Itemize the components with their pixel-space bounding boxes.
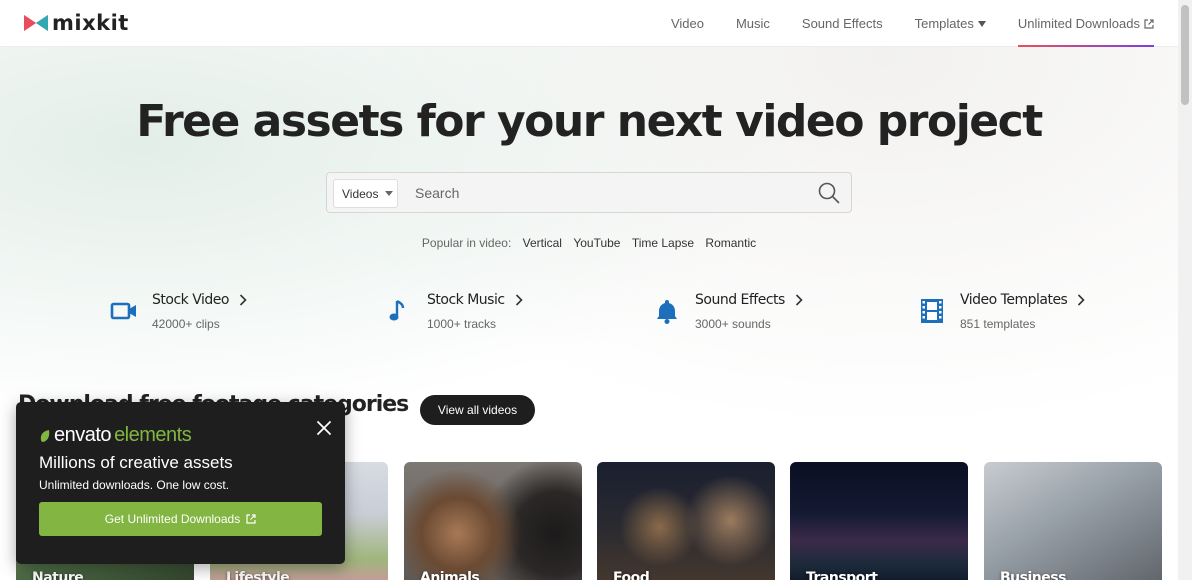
envato-brand-text: envato <box>54 424 112 446</box>
button-label: Get Unlimited Downloads <box>104 512 241 526</box>
main-nav: Video Music Sound Effects Templates Unli… <box>639 0 1178 47</box>
category-card-business[interactable]: Business <box>984 462 1162 580</box>
top-header: mixkit Video Music Sound Effects Templat… <box>0 0 1178 47</box>
category-subtitle: 1000+ tracks <box>427 317 497 331</box>
search-input[interactable] <box>407 181 797 205</box>
category-title: Stock Music <box>427 292 505 308</box>
external-link-icon <box>1144 18 1154 29</box>
category-card-animals[interactable]: Animals <box>404 462 582 580</box>
nav-music-label: Music <box>735 16 770 31</box>
nav-sound-effects-label: Sound Effects <box>801 16 883 31</box>
nav-music[interactable]: Music <box>736 0 770 47</box>
category-stock-video[interactable]: Stock Video 42000+ clips <box>110 292 247 331</box>
popular-tag[interactable]: Vertical <box>523 236 562 250</box>
search-bar: Videos <box>326 172 852 213</box>
card-label: Transport <box>806 570 878 580</box>
category-title: Video Templates <box>960 292 1068 308</box>
card-label: Food <box>613 570 650 580</box>
category-title: Sound Effects <box>695 292 785 308</box>
envato-elements-logo: envato elements <box>39 424 192 447</box>
popular-searches: Popular in video: Vertical YouTube Time … <box>0 236 1178 250</box>
scrollbar-thumb[interactable] <box>1181 5 1189 105</box>
view-all-videos-button[interactable]: View all videos <box>420 395 535 425</box>
category-title: Stock Video <box>152 292 229 308</box>
chevron-right-icon <box>1078 294 1085 306</box>
popular-tag[interactable]: Romantic <box>705 236 756 250</box>
nav-video[interactable]: Video <box>671 0 704 47</box>
envato-leaf-icon <box>40 429 50 442</box>
caret-down-icon <box>977 20 986 27</box>
popular-label: Popular in video: <box>421 236 512 250</box>
elements-brand-text: elements <box>114 424 192 446</box>
film-strip-icon <box>921 299 943 323</box>
search-category-select[interactable]: Videos <box>333 179 398 208</box>
close-icon[interactable] <box>315 419 333 437</box>
category-subtitle: 3000+ sounds <box>695 317 771 331</box>
category-subtitle: 851 templates <box>960 317 1036 331</box>
search-icon[interactable] <box>818 182 840 204</box>
video-camera-icon <box>110 302 136 320</box>
category-video-templates[interactable]: Video Templates 851 templates <box>918 292 1085 331</box>
music-note-icon <box>389 299 405 321</box>
card-label: Animals <box>420 570 480 580</box>
external-link-icon <box>246 514 256 524</box>
chevron-right-icon <box>795 294 803 306</box>
envato-elements-popup: envato elements Millions of creative asse… <box>16 402 345 564</box>
bell-icon <box>657 300 677 324</box>
popup-subtext: Unlimited downloads. One low cost. <box>39 478 230 492</box>
search-category-value: Videos <box>342 186 379 201</box>
category-card-food[interactable]: Food <box>597 462 775 580</box>
popular-tag[interactable]: Time Lapse <box>632 236 694 250</box>
card-label: Lifestyle <box>226 570 290 580</box>
chevron-down-icon <box>385 191 394 196</box>
nav-sound-effects[interactable]: Sound Effects <box>802 0 883 47</box>
nav-unlimited-downloads-label: Unlimited Downloads <box>1017 16 1140 31</box>
category-sound-effects[interactable]: Sound Effects 3000+ sounds <box>653 292 803 331</box>
chevron-right-icon <box>515 294 523 306</box>
page-scrollbar[interactable] <box>1178 0 1192 580</box>
popup-headline: Millions of creative assets <box>39 453 233 472</box>
category-stock-music[interactable]: Stock Music 1000+ tracks <box>385 292 523 331</box>
nav-unlimited-downloads[interactable]: Unlimited Downloads <box>1017 0 1154 47</box>
category-card-transport[interactable]: Transport <box>790 462 968 580</box>
nav-video-label: Video <box>670 16 704 31</box>
mixkit-logo[interactable]: mixkit <box>24 12 129 34</box>
nav-templates[interactable]: Templates <box>915 0 986 47</box>
card-label: Business <box>1000 570 1066 580</box>
nav-templates-label: Templates <box>914 16 974 31</box>
get-unlimited-downloads-button[interactable]: Get Unlimited Downloads <box>39 502 322 536</box>
card-label: Nature <box>32 570 84 580</box>
page-title: Free assets for your next video project <box>136 96 1043 147</box>
mixkit-logo-mark-icon <box>24 15 48 31</box>
logo-text: mixkit <box>52 11 129 35</box>
active-nav-underline <box>1017 45 1154 47</box>
chevron-right-icon <box>239 294 247 306</box>
category-subtitle: 42000+ clips <box>152 317 220 331</box>
popular-tag[interactable]: YouTube <box>573 236 620 250</box>
